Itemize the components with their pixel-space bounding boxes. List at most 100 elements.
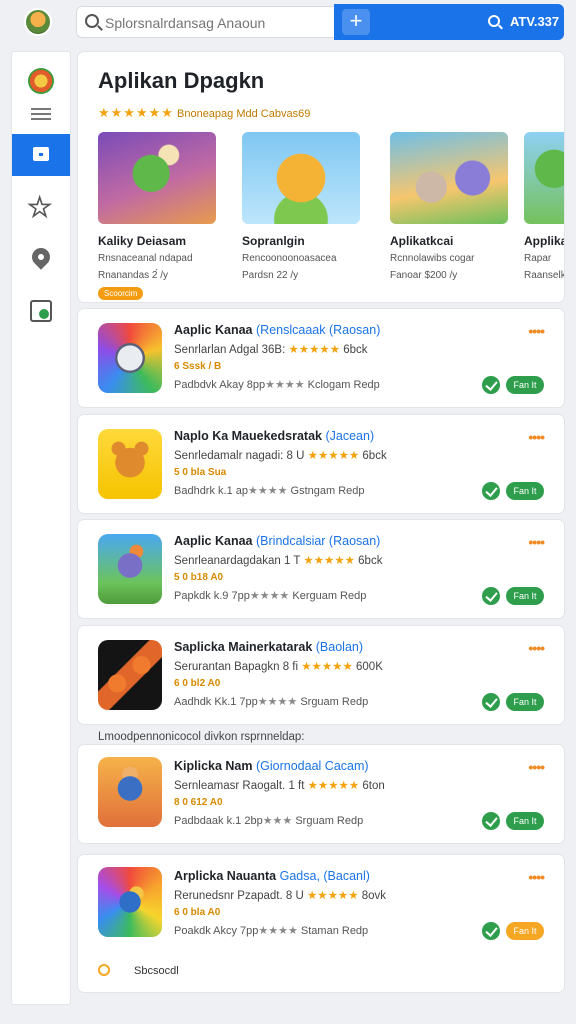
app-thumbnail[interactable] [524,132,564,224]
app-footer: Badhdrk k.1 ap★★★★ Gstngam Redp [174,484,365,497]
app-subtitle: Senrledamalr nagadi: 8 U ★★★★★ 6bck [174,448,387,462]
app-icon[interactable] [98,640,162,710]
app-tag: (Baolan) [315,640,364,654]
install-button[interactable]: Fan It [506,812,544,830]
app-meta: 6 Sssk / B [174,361,222,372]
footer-label: Sbcsocdl [134,965,179,977]
app-footer: Aadhdk Kk.1 7pp★★★★ Srguam Redp [174,695,368,708]
star-icon[interactable]: ★ [27,193,52,221]
app-subtitle: Serurantan Bapagkn 8 fi ★★★★★ 600K [174,659,383,673]
review-count: 6bck [343,344,368,356]
app-desc: Rencoonoonoasacea [242,253,337,264]
checkmark-icon[interactable] [482,812,500,830]
app-title: Aaplic Kanaa (Renslcaaak (Raosan) [174,323,380,337]
rating-stars: ★★★★★ [303,555,355,567]
rating-stars: ★★★★★ [307,450,360,462]
featured-section: Aplikan Dpagkn ★★★★★★ Bnoneapag Mdd Cabv… [78,52,564,302]
app-price: Fanoar $200 /y [390,270,458,281]
app-icon[interactable] [98,534,162,604]
rating-stars: ★★★★ [265,379,305,391]
app-category: Srguam Redp [300,696,369,708]
app-subtitle: Rerunedsnr Pzapadt. 8 U ★★★★★ 8ovk [174,888,386,902]
section-title: Aplikan Dpagkn [98,68,265,93]
search-icon[interactable] [488,15,500,27]
app-category: Srguam Redp [295,815,364,827]
more-options-icon[interactable]: •••• [528,759,545,775]
document-icon[interactable] [30,300,52,322]
install-button[interactable]: Fan It [506,922,544,940]
install-button[interactable]: Fan It [506,376,544,394]
app-info: 1 ft [288,780,305,792]
app-title: Naplo Ka Mauekedsratak (Jacean) [174,429,374,443]
app-info: 8 U [286,450,305,462]
rating-stars: ★★★★ [249,590,290,602]
app-price: Rnanandas 2́ /y [98,270,169,281]
app-icon[interactable] [98,757,162,827]
app-name: Kaliky Deiasam [98,234,187,248]
more-options-icon[interactable]: •••• [528,323,545,339]
sidebar: ★ [12,52,70,1004]
checkmark-icon[interactable] [482,587,500,605]
list-item[interactable]: Naplo Ka Mauekedsratak (Jacean) Senrleda… [78,415,564,513]
app-logo[interactable] [28,68,54,94]
app-thumbnail[interactable] [390,132,508,224]
app-icon[interactable] [98,867,162,937]
review-count: 8ovk [361,890,387,902]
app-developer: Senrlarlan Adgal [174,344,259,356]
list-item[interactable]: Saplicka Mainerkatarak (Baolan) Serurant… [78,626,564,724]
app-thumbnail[interactable] [98,132,216,224]
install-button[interactable]: Fan It [506,693,544,711]
install-button[interactable]: Fan It [506,587,544,605]
install-button[interactable]: Fan It [506,482,544,500]
location-pin-icon[interactable] [28,244,54,270]
menu-icon[interactable] [31,108,51,120]
app-title: Kiplicka Nam (Giornodaal Cacam) [174,759,369,773]
app-badge[interactable]: Scoorcim [98,287,144,300]
review-count: 600K [356,661,383,673]
app-meta: 5 0 b18 A0 [174,572,224,583]
app-developer: Senrledamalr nagadi: [174,450,284,462]
search-input[interactable] [105,13,325,33]
search-box[interactable] [76,6,338,38]
featured-item[interactable]: Sopranlgin Rencoonoonoasacea Pardsn 22 /… [242,132,362,282]
more-options-icon[interactable]: •••• [528,534,545,550]
rating-stars: ★★★★★ [307,890,359,902]
checkmark-icon[interactable] [482,922,500,940]
app-icon[interactable] [98,429,162,499]
featured-item[interactable]: Kaliky Deiasam Rnsnaceanal ndapad Rnanan… [98,132,218,301]
app-thumbnail[interactable] [242,132,360,224]
rating-stars: ★★★★★ [288,344,341,356]
checkmark-icon[interactable] [482,693,500,711]
checkmark-icon[interactable] [482,482,500,500]
app-tag: Gadsa, (Bacanl) [279,869,370,883]
featured-item[interactable]: Applika Rapar Raanselk [524,132,564,282]
add-button[interactable]: + [342,9,370,35]
app-title: Saplicka Mainerkatarak (Baolan) [174,640,363,654]
checkmark-icon[interactable] [482,376,500,394]
featured-item[interactable]: Aplikatkcai Rcnnolawibs cogar Fanoar $20… [390,132,510,282]
app-size: Poakdk Akcy 7pp [174,925,259,937]
app-name: Arplicka Nauanta [174,869,277,883]
footer-search[interactable]: Sbcsocdl [98,964,179,977]
app-name: Aaplic Kanaa [174,323,253,337]
app-icon[interactable] [98,323,162,393]
app-name: Saplicka Mainerkatarak [174,640,313,654]
app-tag: (Giornodaal Cacam) [256,759,369,773]
more-options-icon[interactable]: •••• [528,869,545,885]
app-name: Aplikatkcai [390,234,454,248]
app-subtitle: Sernleamasr Raogalt. 1 ft ★★★★★ 6ton [174,778,385,792]
list-item[interactable]: Kiplicka Nam (Giornodaal Cacam) Sernleam… [78,745,564,843]
search-icon [98,964,110,976]
user-avatar[interactable] [24,8,52,36]
rating-stars: ★★★ [262,815,293,827]
app-desc: Rcnnolawibs cogar [390,253,475,264]
app-tag: (Renslcaaak (Raosan) [256,323,381,337]
list-item[interactable]: Aaplic Kanaa (Renslcaaak (Raosan) Senrla… [78,309,564,407]
sidebar-item-store[interactable] [12,134,70,176]
more-options-icon[interactable]: •••• [528,640,545,656]
more-options-icon[interactable]: •••• [528,429,545,445]
app-subtitle: Senrleanardagdakan 1 T ★★★★★ 6bck [174,553,382,567]
list-item[interactable]: Aaplic Kanaa (Brindcalsiar (Raosan) Senr… [78,520,564,618]
section-subtitle: ★★★★★★ Bnoneapag Mdd Cabvas69 [98,105,310,121]
app-name: Applika [524,234,564,248]
